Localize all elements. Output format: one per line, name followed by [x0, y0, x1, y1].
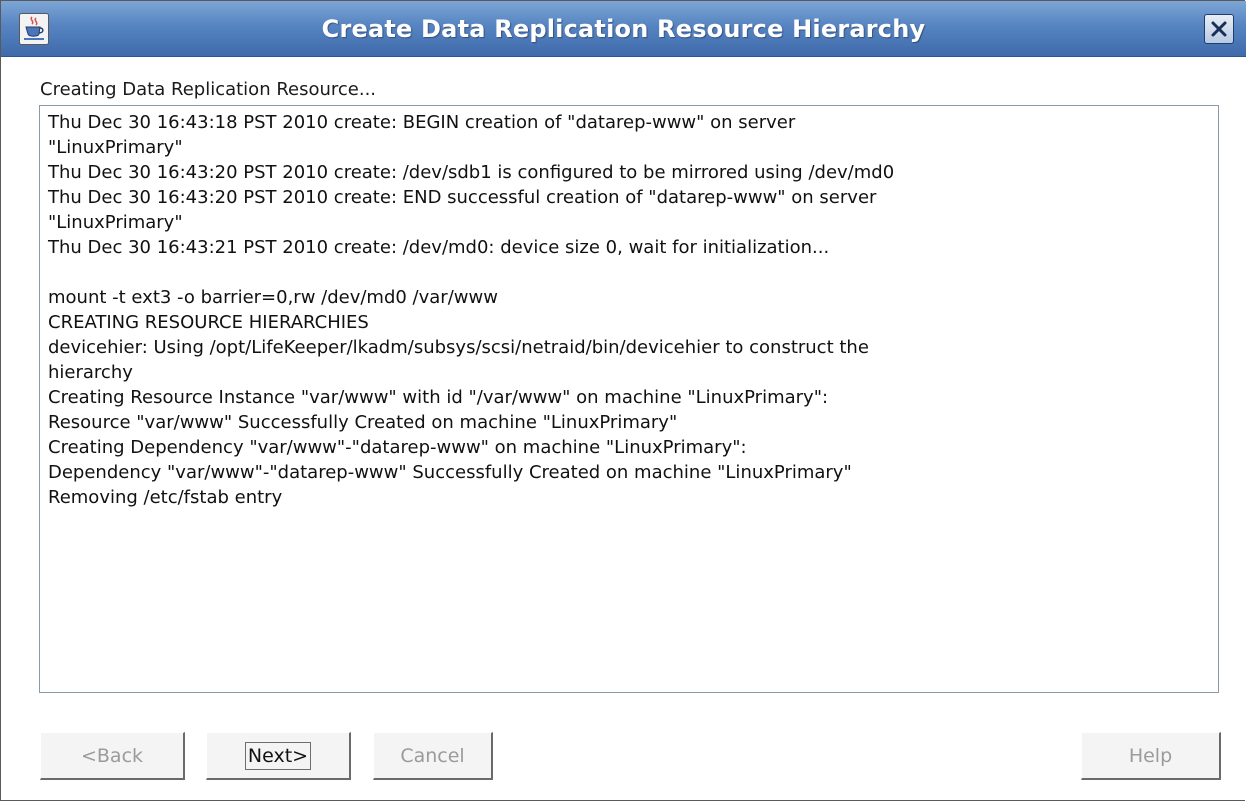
close-x-icon [1211, 21, 1227, 37]
help-button[interactable]: Help [1081, 732, 1221, 780]
log-line: Thu Dec 30 16:43:21 PST 2010 create: /de… [48, 237, 830, 258]
next-button[interactable]: Next> [206, 732, 351, 780]
close-button[interactable] [1204, 14, 1234, 44]
dialog-window: Create Data Replication Resource Hierarc… [0, 0, 1246, 801]
log-line: mount -t ext3 -o barrier=0,rw /dev/md0 /… [48, 287, 498, 308]
log-line: Removing /etc/fstab entry [48, 487, 283, 508]
log-line: Creating Dependency "var/www"-"datarep-w… [48, 437, 747, 458]
cancel-button[interactable]: Cancel [373, 732, 493, 780]
status-label: Creating Data Replication Resource... [40, 79, 377, 100]
log-line: Creating Resource Instance "var/www" wit… [48, 387, 829, 408]
log-line: devicehier: Using /opt/LifeKeeper/lkadm/… [48, 337, 869, 358]
log-line: Thu Dec 30 16:43:20 PST 2010 create: /de… [48, 162, 895, 183]
title-bar[interactable]: Create Data Replication Resource Hierarc… [1, 1, 1246, 57]
log-line: hierarchy [48, 362, 133, 383]
log-line: "LinuxPrimary" [48, 137, 183, 158]
log-line: "LinuxPrimary" [48, 212, 183, 233]
log-line: Resource "var/www" Successfully Created … [48, 412, 678, 433]
log-line: Thu Dec 30 16:43:18 PST 2010 create: BEG… [48, 112, 796, 133]
log-line: CREATING RESOURCE HIERARCHIES [48, 312, 369, 333]
window-title: Create Data Replication Resource Hierarc… [321, 15, 926, 43]
java-coffee-cup-icon [19, 13, 49, 45]
back-button[interactable]: <Back [40, 732, 185, 780]
log-line: Thu Dec 30 16:43:20 PST 2010 create: END… [48, 187, 877, 208]
next-button-label: Next> [244, 742, 312, 770]
log-line: Dependency "var/www"-"datarep-www" Succe… [48, 462, 852, 483]
log-output-textarea[interactable]: Thu Dec 30 16:43:18 PST 2010 create: BEG… [39, 105, 1219, 693]
